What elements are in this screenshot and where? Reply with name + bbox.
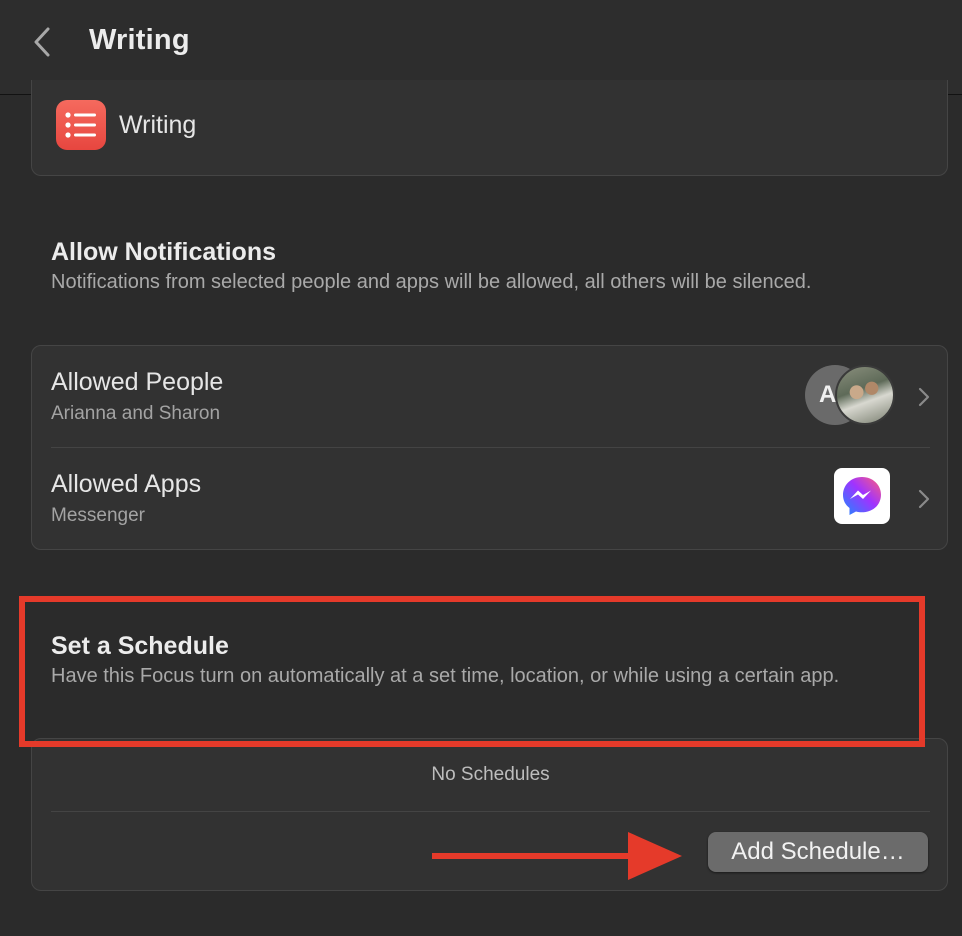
allow-notifications-heading: Allow Notifications xyxy=(51,238,276,266)
chevron-left-icon xyxy=(34,27,50,57)
page-title: Writing xyxy=(89,24,190,56)
annotation-arrow xyxy=(432,832,682,880)
list-icon xyxy=(56,100,106,150)
chevron-right-icon xyxy=(918,489,930,509)
avatar-photo xyxy=(835,365,895,425)
allowed-apps-label: Allowed Apps xyxy=(51,470,202,498)
allowed-people-sub: Arianna and Sharon xyxy=(51,403,221,424)
allowed-list-card: Allowed People Arianna and Sharon A Allo… xyxy=(31,345,948,550)
divider xyxy=(51,811,930,812)
messenger-icon xyxy=(834,468,890,524)
highlight-box xyxy=(19,596,925,747)
add-schedule-button[interactable]: Add Schedule… xyxy=(708,832,928,872)
allow-notifications-description: Notifications from selected people and a… xyxy=(51,271,812,293)
no-schedules-text: No Schedules xyxy=(431,764,550,785)
focus-name: Writing xyxy=(119,111,197,139)
allowed-people-row[interactable]: Allowed People Arianna and Sharon A xyxy=(32,346,949,448)
back-button[interactable] xyxy=(26,24,58,60)
allowed-people-label: Allowed People xyxy=(51,368,224,396)
focus-card: Writing xyxy=(31,80,948,176)
allowed-apps-sub: Messenger xyxy=(51,505,145,526)
chevron-right-icon xyxy=(918,387,930,407)
allowed-apps-row[interactable]: Allowed Apps Messenger xyxy=(32,448,949,550)
